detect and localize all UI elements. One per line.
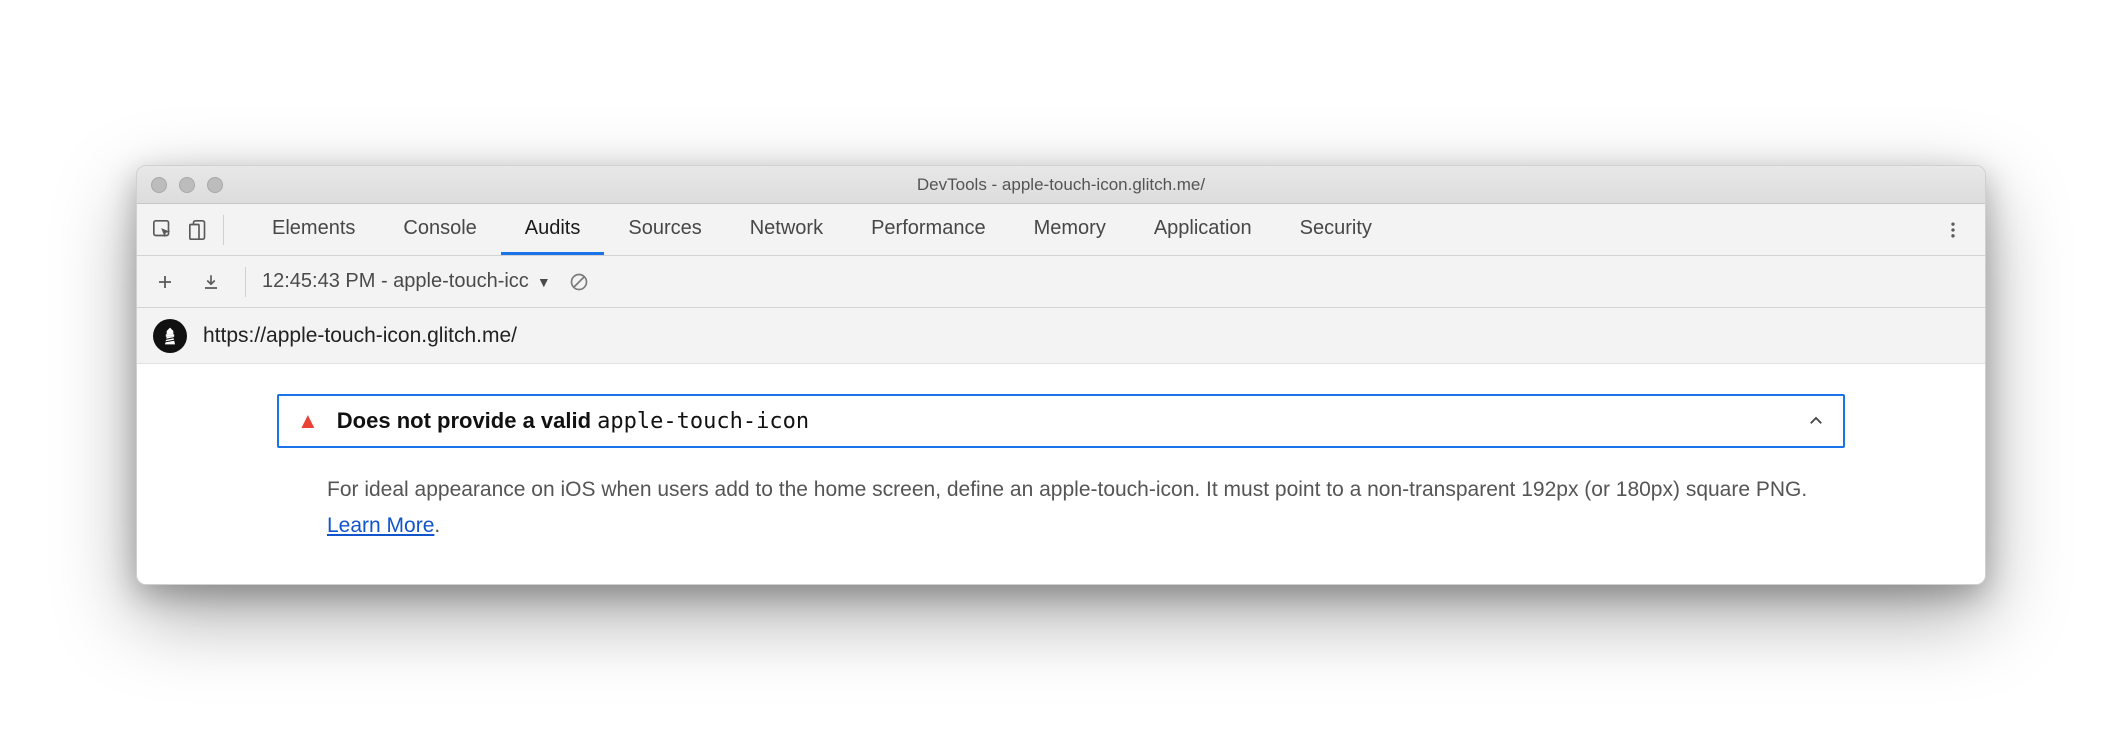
tab-performance[interactable]: Performance (847, 204, 1010, 255)
clear-icon[interactable] (561, 264, 597, 300)
tab-memory[interactable]: Memory (1010, 204, 1130, 255)
window-title: DevTools - apple-touch-icon.glitch.me/ (137, 175, 1985, 195)
tab-label: Performance (871, 217, 986, 240)
audit-title: Does not provide a valid apple-touch-ico… (337, 408, 809, 434)
learn-more-link[interactable]: Learn More (327, 514, 434, 537)
tab-application[interactable]: Application (1130, 204, 1276, 255)
tab-sources[interactable]: Sources (604, 204, 725, 255)
divider (245, 267, 246, 297)
panel-tabs: Elements Console Audits Sources Network … (248, 204, 1396, 255)
window-titlebar: DevTools - apple-touch-icon.glitch.me/ (137, 166, 1985, 204)
tab-label: Security (1300, 217, 1372, 240)
audit-description-text: For ideal appearance on iOS when users a… (327, 478, 1807, 501)
zoom-dot[interactable] (207, 177, 223, 193)
tab-label: Elements (272, 217, 355, 240)
traffic-lights (151, 177, 223, 193)
tab-label: Memory (1034, 217, 1106, 240)
period: . (434, 514, 440, 537)
tab-network[interactable]: Network (726, 204, 847, 255)
divider (223, 215, 224, 245)
tab-audits[interactable]: Audits (501, 204, 605, 255)
tab-label: Console (403, 217, 476, 240)
tab-security[interactable]: Security (1276, 204, 1396, 255)
tab-label: Audits (525, 217, 581, 240)
audited-url: https://apple-touch-icon.glitch.me/ (203, 324, 517, 348)
more-options-icon[interactable] (1935, 212, 1971, 248)
chevron-down-icon: ▼ (537, 274, 551, 290)
tab-label: Network (750, 217, 823, 240)
devtools-window: DevTools - apple-touch-icon.glitch.me/ E… (136, 165, 1986, 584)
audit-title-text: Does not provide a valid (337, 408, 597, 433)
run-selector-label: 12:45:43 PM - apple-touch-icc (262, 270, 529, 293)
tab-elements[interactable]: Elements (248, 204, 379, 255)
chevron-up-icon (1807, 412, 1825, 430)
lighthouse-icon (153, 319, 187, 353)
audit-url-row: https://apple-touch-icon.glitch.me/ (137, 308, 1985, 364)
new-audit-icon[interactable] (147, 264, 183, 300)
tab-label: Application (1154, 217, 1252, 240)
download-report-icon[interactable] (193, 264, 229, 300)
audit-item[interactable]: ▲ Does not provide a valid apple-touch-i… (277, 394, 1845, 448)
device-toolbar-icon[interactable] (181, 212, 217, 248)
audits-toolbar: 12:45:43 PM - apple-touch-icc ▼ (137, 256, 1985, 308)
run-selector[interactable]: 12:45:43 PM - apple-touch-icc ▼ (262, 270, 551, 293)
close-dot[interactable] (151, 177, 167, 193)
tab-label: Sources (628, 217, 701, 240)
audit-title-code: apple-touch-icon (597, 409, 809, 434)
fail-triangle-icon: ▲ (297, 408, 319, 434)
minimize-dot[interactable] (179, 177, 195, 193)
panel-tabs-row: Elements Console Audits Sources Network … (137, 204, 1985, 256)
audit-content: ▲ Does not provide a valid apple-touch-i… (137, 364, 1985, 583)
audit-description: For ideal appearance on iOS when users a… (327, 472, 1839, 543)
inspect-element-icon[interactable] (145, 212, 181, 248)
tab-console[interactable]: Console (379, 204, 500, 255)
